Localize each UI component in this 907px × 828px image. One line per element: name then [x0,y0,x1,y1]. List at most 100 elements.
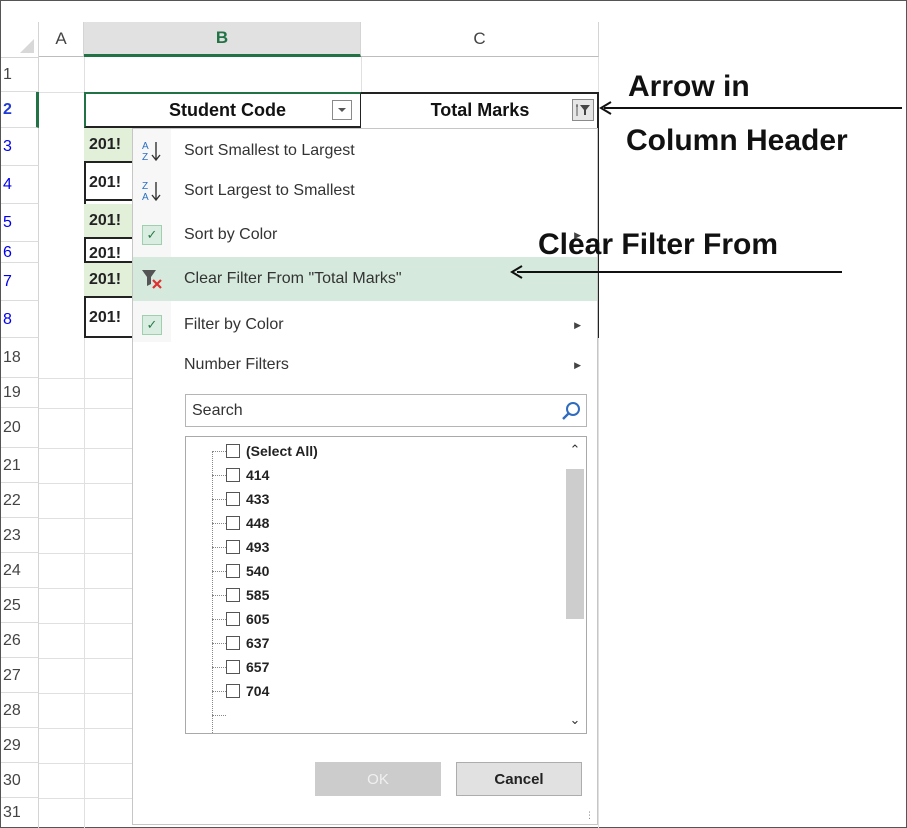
checkbox[interactable] [226,540,240,554]
menu-item-sort-ascending[interactable]: A Z Sort Smallest to Largest [133,129,597,173]
tree-connector [212,643,226,644]
list-item[interactable]: 657 [226,656,269,678]
student-code-cell[interactable]: 201! [84,204,132,239]
gridline [39,518,132,519]
row-header[interactable]: 27 [1,658,39,693]
row-header[interactable]: 1 [1,57,39,92]
checkbox[interactable] [226,612,240,626]
tree-connector [212,523,226,524]
tree-connector [212,499,226,500]
svg-text:Z: Z [142,152,148,163]
filter-dropdown-button[interactable] [332,100,352,120]
list-item[interactable]: 637 [226,632,269,654]
menu-item-sort-by-color[interactable]: ✓ Sort by Color ▶ [133,213,597,257]
list-item[interactable]: 540 [226,560,269,582]
chevron-up-icon[interactable]: ⌃ [564,439,586,461]
annotation-arrow-in: Arrow in [628,70,750,103]
row-header[interactable]: 5 [1,204,39,242]
list-item-label: 414 [246,467,270,483]
tree-connector [212,475,226,476]
gridline [39,408,132,409]
check-icon: ✓ [142,315,162,335]
list-item[interactable]: 493 [226,536,269,558]
row-header[interactable]: 21 [1,448,39,483]
row-header[interactable]: 31 [1,798,39,828]
student-code-cell[interactable]: 201! [84,242,132,263]
select-all-corner[interactable] [1,22,39,58]
column-header-b[interactable]: B [84,22,361,57]
list-item-label: 493 [246,539,270,555]
checkbox[interactable] [226,492,240,506]
row-header[interactable]: 20 [1,408,39,448]
menu-item-filter-by-color[interactable]: ✓ Filter by Color ▶ [133,303,597,347]
gridline [39,658,132,659]
row-header[interactable]: 29 [1,728,39,763]
checkbox[interactable] [226,468,240,482]
column-header-c[interactable]: C [361,22,599,57]
scrollbar-thumb[interactable] [566,469,584,619]
list-item[interactable]: 414 [226,464,269,486]
tree-connector [212,667,226,668]
list-item[interactable]: 605 [226,608,269,630]
resize-grip-icon[interactable]: ⋮ [585,810,594,821]
row-header[interactable]: 2 [1,92,39,128]
ok-button[interactable]: OK [315,762,441,796]
header-total-marks[interactable]: Total Marks [395,92,565,128]
list-item-select-all[interactable]: (Select All) [226,440,318,462]
checkbox[interactable] [226,684,240,698]
row-header[interactable]: 24 [1,553,39,588]
gridline [361,57,362,93]
search-input[interactable]: Search [185,394,587,427]
list-item[interactable]: 704 [226,680,269,702]
student-code-cell[interactable]: 201! [84,301,132,338]
list-item-label: 637 [246,635,270,651]
checkbox[interactable] [226,516,240,530]
row-header[interactable]: 8 [1,301,39,338]
row-header[interactable]: 30 [1,763,39,798]
gridline [39,763,132,764]
gridline [39,553,132,554]
annotation-column-header: Column Header [626,124,848,157]
checkbox[interactable] [226,636,240,650]
list-item[interactable]: 585 [226,584,269,606]
active-filter-button[interactable] [572,99,594,121]
student-code-cell[interactable]: 201! [84,128,132,163]
row-header[interactable]: 4 [1,166,39,204]
menu-item-number-filters[interactable]: Number Filters ▶ [133,343,597,387]
menu-item-label: Sort by Color [184,226,278,243]
list-item[interactable]: 448 [226,512,269,534]
menu-item-label: Filter by Color [184,316,284,333]
menu-item-clear-filter[interactable]: Clear Filter From "Total Marks" [133,257,597,301]
arrow-head-icon [599,101,612,115]
header-student-code[interactable]: Student Code [130,92,325,128]
sort-ascending-icon: A Z [133,139,171,163]
menu-item-sort-descending[interactable]: Z A Sort Largest to Smallest [133,169,597,213]
svg-text:A: A [142,192,149,203]
list-item-label: 657 [246,659,270,675]
row-header[interactable]: 25 [1,588,39,623]
row-header[interactable]: 3 [1,128,39,166]
student-code-cell[interactable]: 201! [84,166,132,201]
row-header[interactable]: 22 [1,483,39,518]
checkbox[interactable] [226,588,240,602]
checkbox[interactable] [226,564,240,578]
checkbox[interactable] [226,660,240,674]
student-code-cell[interactable]: 201! [84,263,132,298]
checkbox[interactable] [226,444,240,458]
row-header[interactable]: 23 [1,518,39,553]
row-header[interactable]: 7 [1,263,39,301]
row-header[interactable]: 28 [1,693,39,728]
cancel-button[interactable]: Cancel [456,762,582,796]
row-header[interactable]: 18 [1,338,39,378]
list-item[interactable]: 433 [226,488,269,510]
tree-connector [212,451,226,452]
chevron-down-icon[interactable]: ⌄ [564,709,586,731]
row-header[interactable]: 19 [1,378,39,408]
row-header[interactable]: 26 [1,623,39,658]
svg-text:A: A [142,141,149,152]
column-header-a[interactable]: A [39,22,84,57]
list-scrollbar[interactable]: ⌃ ⌄ [564,437,586,733]
row-header[interactable]: 6 [1,242,39,263]
clear-filter-icon [133,268,171,290]
chevron-down-icon [338,108,346,112]
